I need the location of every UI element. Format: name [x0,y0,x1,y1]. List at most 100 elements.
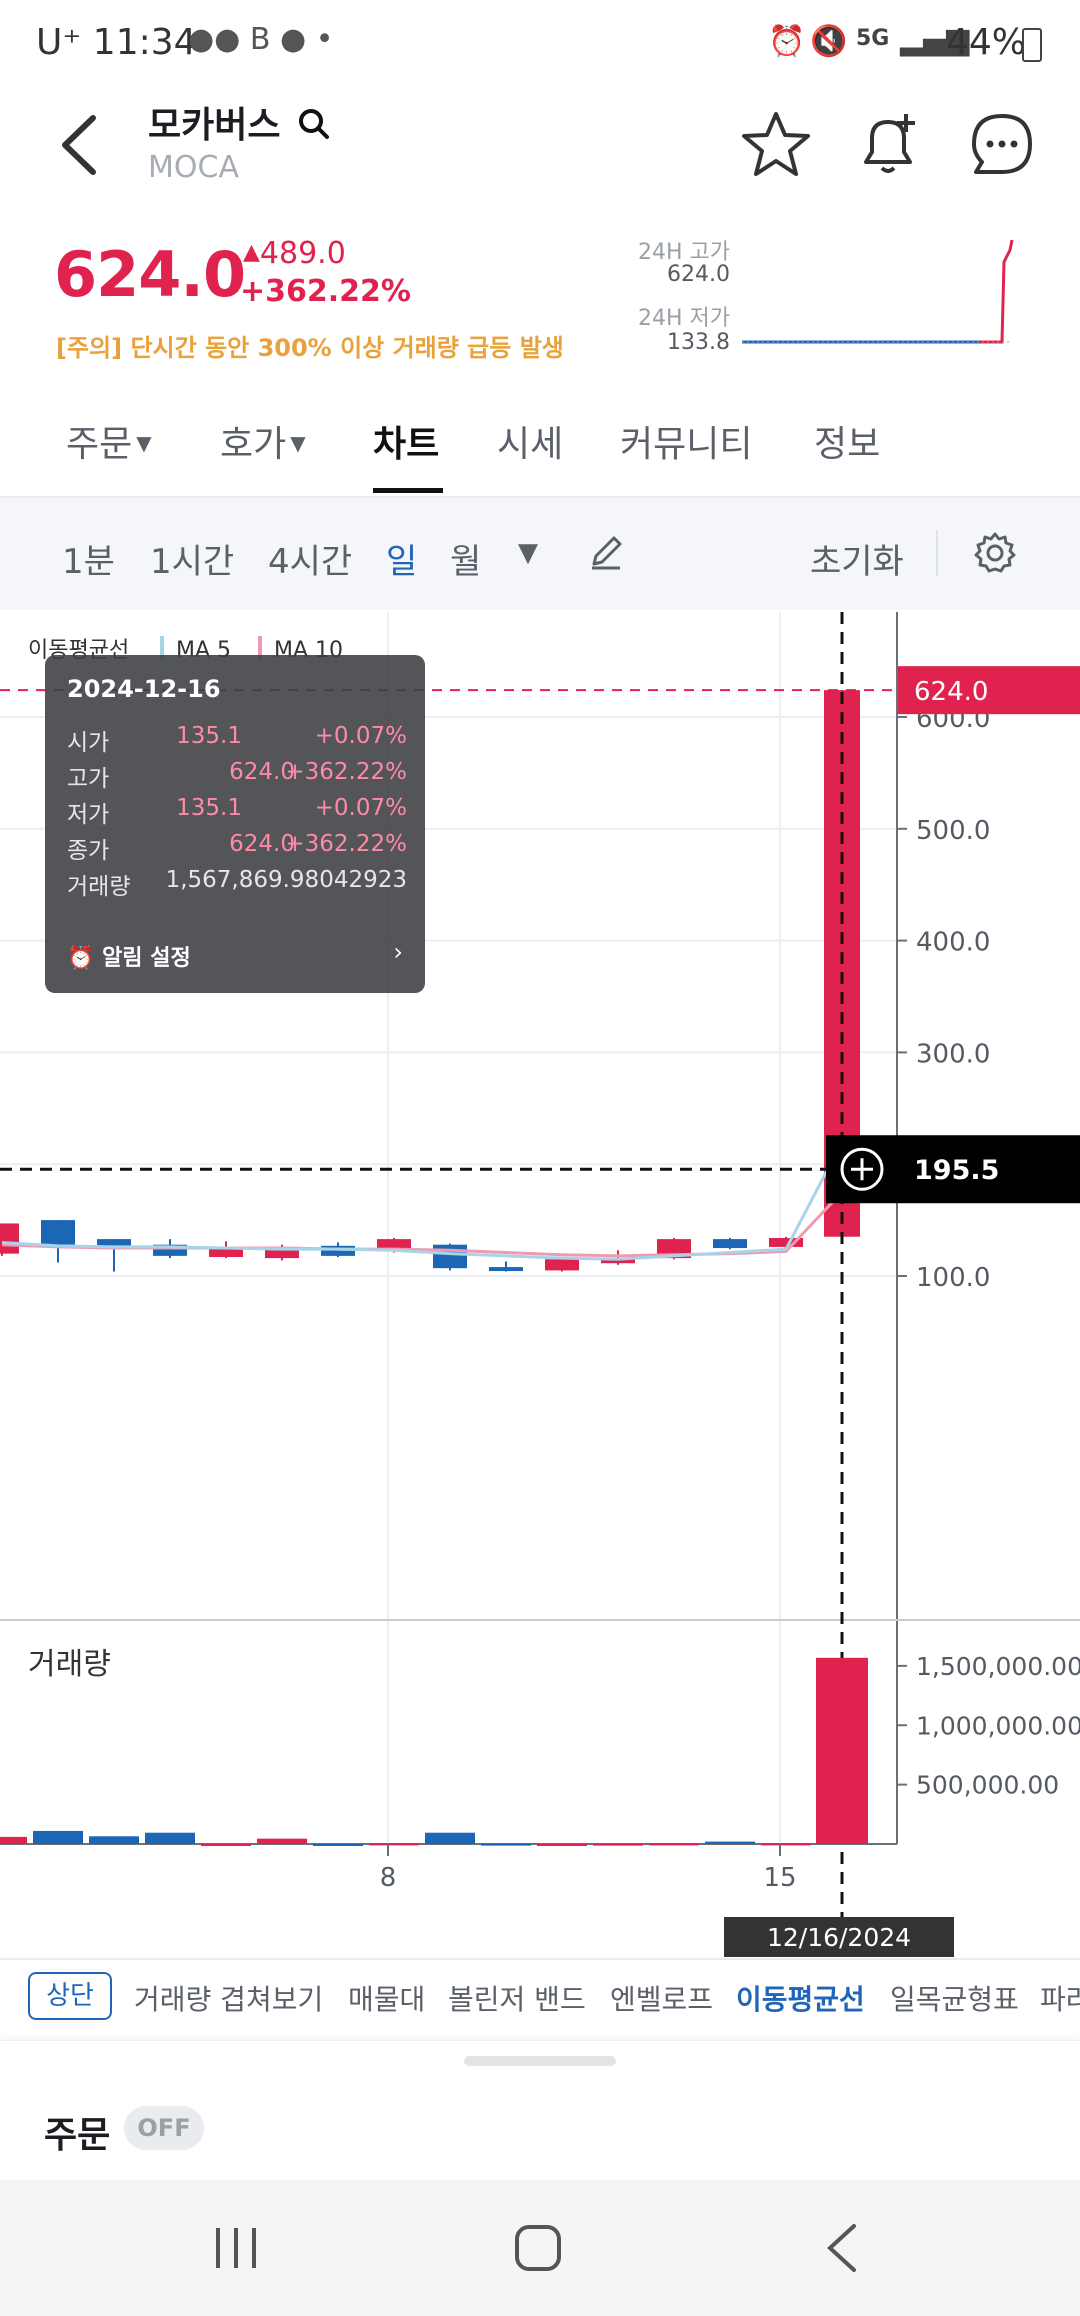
back-nav-icon[interactable] [824,2222,860,2274]
tab-order-label: 주문 [66,424,133,465]
chat-bubble-icon [972,114,1032,174]
set-alarm-button[interactable]: ⏰ 알림 설정 [67,940,191,972]
indicator-bar: 상단 거래량 겹쳐보기 매물대 볼린저 밴드 엔벨로프 이동평균선 일목균형표 … [0,1958,1080,2040]
volume-bar [816,1657,868,1844]
volume-bar [649,1843,699,1846]
low-label: 24H 저가 [637,306,730,331]
indicator-volume-overlay[interactable]: 거래량 겹쳐보기 [134,1978,323,2018]
toolbar-divider [936,530,938,576]
coin-name[interactable]: 모카버스 [148,96,331,148]
indicator-volume-profile[interactable]: 매물대 [348,1978,425,2018]
pencil-icon [592,536,622,570]
y-tick-label: 400.0 [916,928,990,958]
tooltip-pct: +362.22% [285,759,407,785]
reset-button[interactable]: 초기화 [810,534,904,583]
volume-bar [145,1832,195,1844]
system-nav-bar [0,2180,1080,2316]
indicator-envelope[interactable]: 엔벨로프 [610,1978,713,2018]
crosshair-price-label: 195.5 [914,1155,999,1186]
coin-name-text: 모카버스 [148,105,281,146]
tab-orderbook[interactable]: 호가 ▼ [220,415,306,467]
price-alert-button[interactable] [852,108,924,180]
tab-community[interactable]: 커뮤니티 [620,415,752,467]
interval-4hour[interactable]: 4시간 [268,534,352,583]
indicator-bollinger[interactable]: 볼린저 밴드 [448,1978,586,2018]
home-icon[interactable] [514,2224,562,2272]
volume-tick-label: 1,000,000.00 [916,1711,1080,1740]
tab-info[interactable]: 정보 [814,415,880,467]
tooltip-label: 저가 [67,802,110,828]
indicator-moving-average[interactable]: 이동평균선 [736,1978,865,2018]
current-price: 624.0 [54,238,246,311]
volume-bar [761,1843,811,1846]
candle-tooltip: 2024-12-16 시가 135.1 +0.07% 고가 624.0 +362.22%… [45,655,425,993]
volume-tick-label: 500,000.00 [916,1771,1059,1800]
caret-down-icon: ▼ [290,431,306,455]
chat-button[interactable] [966,108,1038,180]
interval-1hour[interactable]: 1시간 [150,534,234,583]
y-tick-label: 100.0 [916,1263,990,1293]
indicator-ichimoku[interactable]: 일목균형표 [890,1978,1019,2018]
interval-day[interactable]: 일 [386,534,417,583]
tooltip-pct: +0.07% [314,795,407,821]
price-change-value: 489.0 [259,236,346,271]
volume-bar [257,1838,307,1844]
chart-toolbar: 1분 1시간 4시간 일 월 ▼ 초기화 [0,498,1080,610]
volume-bar [425,1832,475,1844]
volume-bar [201,1844,251,1846]
volume-bar [89,1836,139,1844]
interval-dropdown-icon[interactable]: ▼ [518,538,538,568]
tooltip-label: 거래량 [67,874,131,900]
low-value: 133.8 [667,330,730,355]
volume-bar [313,1844,363,1846]
tooltip-value: 135.1 [176,723,242,749]
volume-bar [33,1830,83,1844]
sparkline-chart [742,239,1014,344]
tooltip-label: 시가 [67,730,110,756]
gear-icon [974,532,1016,573]
caret-down-icon: ▼ [136,431,152,455]
tooltip-date: 2024-12-16 [67,675,221,703]
interval-1min[interactable]: 1분 [62,534,115,583]
volume-bar [705,1841,755,1844]
sheet-handle[interactable] [464,2056,616,2066]
x-tick-label: 15 [763,1863,796,1893]
order-toggle[interactable]: OFF [124,2106,204,2150]
tab-chart[interactable]: 차트 [373,415,439,467]
notification-icons: ●● B ● • [188,22,334,57]
volume-bar [593,1843,643,1846]
status-bar: U⁺ 11:34 ●● B ● • ⏰ 🔇 5G ▂▄▆ 44% [0,0,1080,80]
star-icon [742,112,810,176]
drawing-tool-button[interactable] [586,532,626,576]
volume-bar [369,1843,419,1846]
tooltip-label: 종가 [67,838,110,864]
sparkline-high [980,239,1014,344]
volume-bar [537,1844,587,1846]
tooltip-value: 135.1 [176,795,242,821]
volume-tick-label: 1,500,000.00 [916,1652,1080,1681]
y-tick-label: 500.0 [916,816,990,846]
indicator-position-toggle[interactable]: 상단 [28,1972,112,2020]
tab-order[interactable]: 주문 ▼ [66,415,152,467]
chevron-left-icon [62,115,96,175]
volume-bar [481,1843,531,1846]
battery-icon [1022,28,1042,62]
chart-settings-button[interactable] [972,530,1018,580]
y-tick-label: 300.0 [916,1039,990,1069]
interval-month[interactable]: 월 [450,534,481,583]
set-alarm-label: 알림 설정 [102,946,191,971]
volume-pane-label: 거래량 [28,1647,111,1682]
volume-warning: [주의] 단시간 동안 300% 이상 거래량 급등 발생 [56,334,564,362]
candle-body [0,1223,19,1254]
indicator-parabolic[interactable]: 파라 [1040,1978,1080,2018]
tab-market[interactable]: 시세 [497,415,563,467]
search-icon [299,109,330,139]
tab-orderbook-label: 호가 [220,424,287,465]
tooltip-value: 1,567,869.98042923 [165,867,407,893]
crosshair-date-label: 12/16/2024 [767,1923,911,1952]
favorite-button[interactable] [740,108,812,180]
recent-apps-icon[interactable] [212,2226,260,2270]
coin-symbol: MOCA [148,150,239,185]
up-triangle-icon: ▲ [243,240,260,265]
back-button[interactable] [55,110,105,180]
